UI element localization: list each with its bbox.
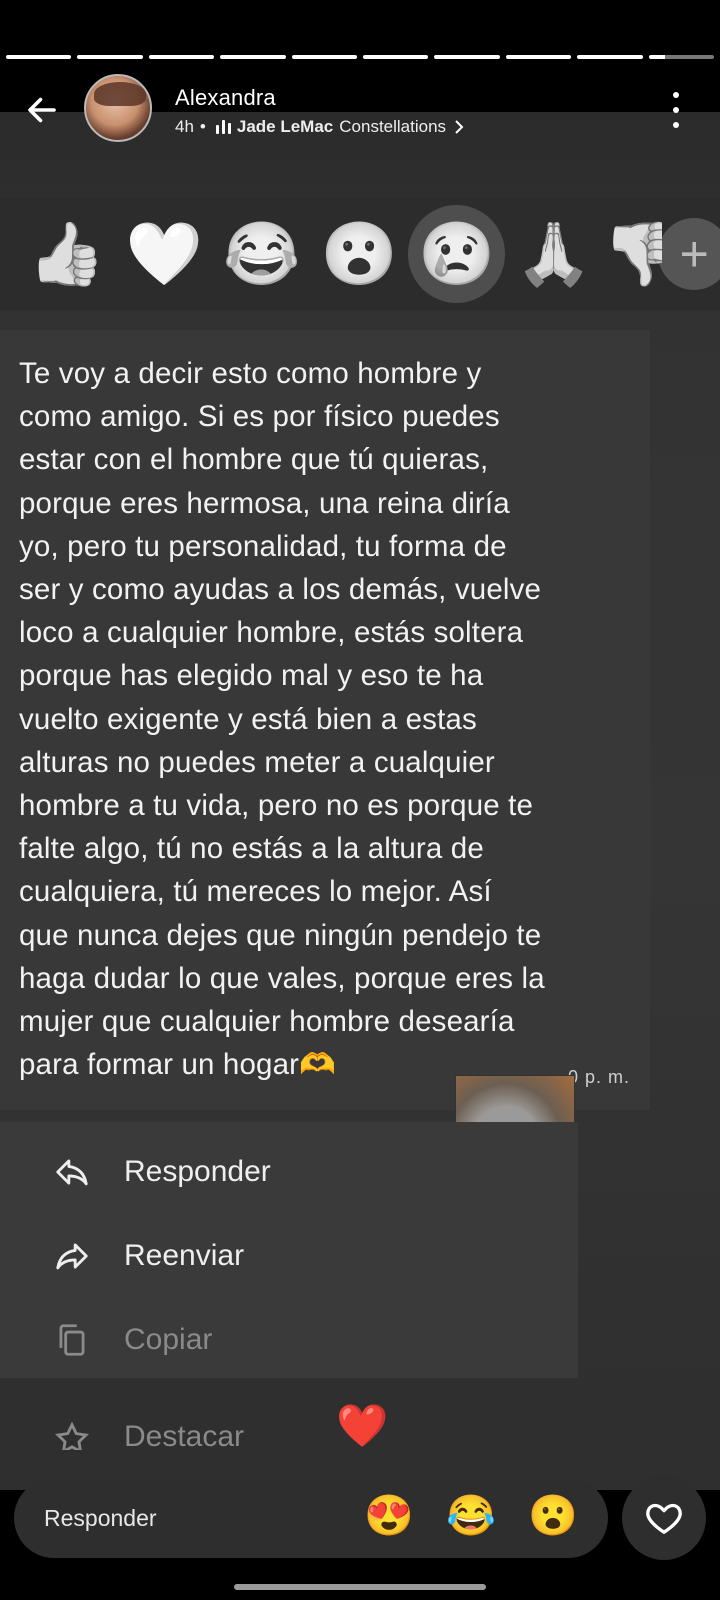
menu-item-copy[interactable]: Copiar <box>52 1320 212 1360</box>
menu-item-label: Reenviar <box>124 1239 245 1272</box>
message-line: Te voy a decir esto como hombre y <box>19 357 482 390</box>
reply-input[interactable] <box>42 1503 346 1533</box>
avatar[interactable] <box>84 74 152 142</box>
message-line: yo, pero tu personalidad, tu forma de <box>19 529 507 563</box>
floating-heart-reaction: ❤️ <box>336 1402 389 1449</box>
add-reaction-button[interactable]: + <box>658 218 720 290</box>
menu-item-highlight[interactable]: Destacar <box>52 1420 244 1450</box>
music-sticker[interactable]: Jade LeMac Constellations <box>237 117 466 137</box>
menu-item-label: Responder <box>124 1155 271 1188</box>
message-line: porque eres hermosa, una reina diría <box>19 486 510 520</box>
message-text: Te voy a decir esto como hombre y como am… <box>19 352 639 1086</box>
message-line: como amigo. Si es por físico puedes <box>19 400 500 434</box>
dot-icon <box>673 107 679 113</box>
quick-reaction-wow[interactable]: 😮 <box>528 1492 578 1539</box>
story-meta: 4h • Jade LeMac Constellations <box>175 117 466 137</box>
user-name[interactable]: Alexandra <box>175 85 276 111</box>
arrow-left-icon <box>28 97 56 123</box>
progress-segment <box>6 55 72 59</box>
message-line: mujer que cualquier hombre desearía <box>19 1005 515 1039</box>
reaction-wow[interactable]: 😮 <box>310 205 407 303</box>
heart-outline-icon <box>646 1503 682 1534</box>
home-indicator[interactable] <box>234 1584 486 1590</box>
progress-segment <box>220 55 286 59</box>
back-button[interactable] <box>22 90 62 130</box>
message-line: que nunca dejes que ningún pendejo te <box>19 918 542 952</box>
time-ago: 4h <box>175 117 194 136</box>
dot-icon <box>673 92 679 98</box>
menu-item-label: Copiar <box>124 1323 213 1356</box>
message-line: hombre a tu vida, pero no es porque te <box>19 789 534 823</box>
story-header: Alexandra 4h • Jade LeMac Constellations <box>0 70 720 150</box>
chevron-right-icon <box>455 120 464 134</box>
message-line: haga dudar lo que vales, porque eres la <box>19 961 545 995</box>
progress-segment <box>434 55 500 59</box>
reaction-pray[interactable]: 🙏 <box>505 205 602 303</box>
progress-segment <box>577 55 643 59</box>
progress-segment-current <box>648 55 715 59</box>
reply-icon <box>52 1152 92 1192</box>
reply-bar: 😍 😂 😮 <box>14 1478 608 1558</box>
message-line: loco a cualquier hombre, estás soltera <box>19 616 524 650</box>
message-line: falte algo, tú no estás a la altura de <box>19 832 484 866</box>
music-track: Constellations <box>339 117 447 136</box>
dot-icon <box>673 122 679 128</box>
more-options-button[interactable] <box>668 92 684 128</box>
progress-segment <box>363 55 429 59</box>
reaction-laugh[interactable]: 😂 <box>213 205 310 303</box>
copy-icon <box>52 1320 92 1360</box>
music-artist: Jade LeMac <box>236 117 334 136</box>
forward-icon <box>52 1236 92 1276</box>
progress-segment <box>148 55 215 59</box>
message-context-menu: Responder Reenviar Copiar <box>0 1122 578 1392</box>
reaction-picker: 👍 🤍 😂 😮 😢 🙏 👎 + <box>0 198 720 310</box>
progress-segment <box>77 55 143 59</box>
progress-segment <box>291 55 358 59</box>
reaction-sad[interactable]: 😢 <box>407 205 506 303</box>
like-button[interactable] <box>622 1476 706 1560</box>
quick-reaction-laugh[interactable]: 😂 <box>446 1492 496 1539</box>
message-time: 0 p. m. <box>568 1067 631 1087</box>
meta-separator: • <box>199 117 206 136</box>
story-viewer: Alexandra 4h • Jade LeMac Constellations… <box>0 0 720 1600</box>
story-progress <box>6 55 715 59</box>
music-bars-icon <box>215 120 231 134</box>
reaction-thumbs-down[interactable]: 👎 <box>603 205 663 303</box>
message-line: cualquiera, tú mereces lo mejor. Así <box>19 875 492 909</box>
reaction-heart[interactable]: 🤍 <box>115 205 212 303</box>
message-line: ser y como ayudas a los demás, vuelve <box>19 573 542 607</box>
message-line: porque has elegido mal y eso te ha <box>19 659 484 693</box>
progress-segment <box>505 55 572 59</box>
message-line: vuelto exigente y está bien a estas <box>19 702 477 736</box>
menu-item-reply[interactable]: Responder <box>52 1152 271 1192</box>
menu-item-label: Destacar <box>124 1420 245 1450</box>
message-line: alturas no puedes meter a cualquier <box>19 745 495 779</box>
reaction-thumbs-up[interactable]: 👍 <box>18 205 115 303</box>
star-icon <box>52 1420 92 1450</box>
menu-item-forward[interactable]: Reenviar <box>52 1236 244 1276</box>
message-line: estar con el hombre que tú quieras, <box>19 443 489 477</box>
quick-reaction-heart-eyes[interactable]: 😍 <box>364 1492 414 1539</box>
